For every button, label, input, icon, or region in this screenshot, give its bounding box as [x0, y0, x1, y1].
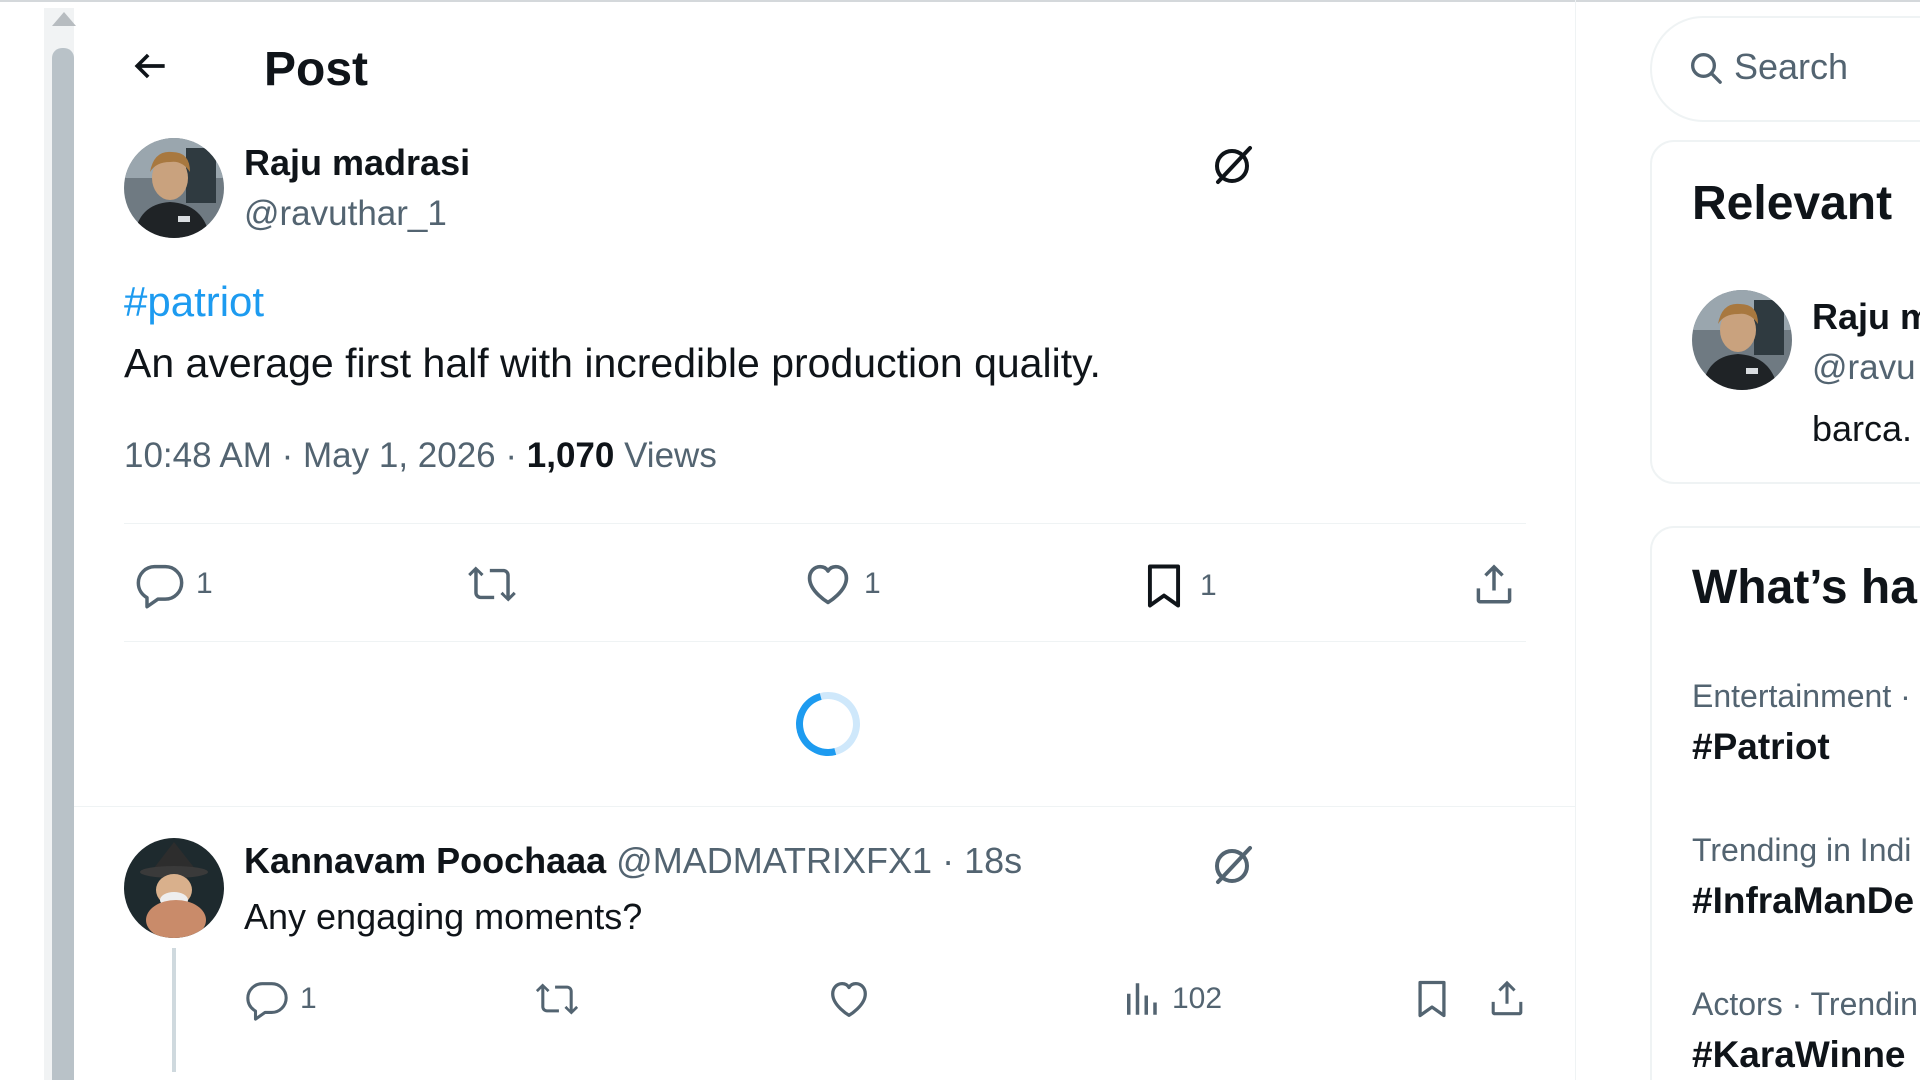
- back-arrow-icon[interactable]: [128, 44, 172, 88]
- relevant-person-handle[interactable]: @ravu: [1812, 348, 1916, 388]
- reply-bookmark-button[interactable]: [1410, 974, 1454, 1024]
- reply-button[interactable]: 1: [134, 558, 213, 610]
- reply-header: Kannavam Poochaaa @MADMATRIXFX1 · 18s: [244, 840, 1022, 882]
- heart-icon: [802, 558, 854, 610]
- right-sidebar: Relevant Raju m @ravu barca. What’s ha E…: [1576, 0, 1920, 1080]
- post-date[interactable]: May 1, 2026: [303, 436, 496, 475]
- post-text: An average first half with incredible pr…: [124, 340, 1101, 386]
- repost-button[interactable]: [464, 558, 530, 610]
- like-count: 1: [864, 567, 881, 600]
- trend-item[interactable]: #KaraWinne: [1692, 1034, 1906, 1076]
- repost-icon: [464, 558, 520, 610]
- search-icon: [1686, 48, 1726, 88]
- reply-share-button[interactable]: [1484, 974, 1530, 1022]
- loading-spinner: [784, 680, 872, 768]
- reply-thread-line: [172, 948, 176, 1072]
- divider: [124, 641, 1526, 642]
- reply-author-name[interactable]: Kannavam Poochaaa: [244, 840, 606, 881]
- reply-icon: [134, 558, 186, 610]
- reply-author-avatar[interactable]: [124, 838, 224, 938]
- author-avatar[interactable]: [124, 138, 224, 238]
- views-count: 1,070: [526, 436, 615, 475]
- meta-separator: ·: [281, 436, 294, 475]
- scroll-up-arrow-icon[interactable]: [52, 12, 76, 26]
- analytics-icon: [1120, 976, 1162, 1022]
- divider: [74, 806, 1576, 807]
- reply-grok-icon[interactable]: [1210, 840, 1258, 888]
- page-title: Post: [264, 43, 369, 96]
- trend-category: Actors · Trendin: [1692, 986, 1918, 1022]
- search-input[interactable]: [1734, 46, 1914, 88]
- scrollbar-thumb[interactable]: [52, 48, 74, 1080]
- trend-item[interactable]: #Patriot: [1692, 726, 1830, 768]
- reply-like-button[interactable]: [826, 976, 882, 1022]
- trend-category: Trending in Indi: [1692, 832, 1912, 868]
- like-button[interactable]: 1: [802, 558, 881, 610]
- trends-title: What’s ha: [1692, 561, 1917, 614]
- post-time[interactable]: 10:48 AM: [124, 436, 272, 475]
- post-hashtag-link[interactable]: #patriot: [124, 278, 264, 326]
- repost-icon: [532, 976, 582, 1022]
- bookmark-icon: [1410, 974, 1454, 1024]
- relevant-person-name[interactable]: Raju m: [1812, 296, 1920, 338]
- reply-icon: [244, 976, 290, 1022]
- share-button[interactable]: [1468, 558, 1520, 610]
- reply-author-handle[interactable]: @MADMATRIXFX1: [616, 840, 932, 881]
- reply-reply-count: 1: [300, 982, 317, 1015]
- share-icon: [1484, 974, 1530, 1022]
- relevant-person-bio: barca.: [1812, 408, 1913, 449]
- relevant-person-avatar[interactable]: [1692, 290, 1792, 390]
- trend-category: Entertainment ·: [1692, 678, 1911, 714]
- bookmark-icon: [1138, 558, 1190, 614]
- meta-separator: ·: [505, 436, 518, 475]
- heart-icon: [826, 976, 872, 1022]
- reply-views-button[interactable]: 102: [1120, 976, 1222, 1022]
- bookmark-count: 1: [1200, 569, 1217, 602]
- author-handle[interactable]: @ravuthar_1: [244, 194, 447, 234]
- views-label: Views: [624, 436, 717, 475]
- reply-text: Any engaging moments?: [244, 896, 643, 937]
- grok-icon[interactable]: [1210, 140, 1258, 188]
- bookmark-button[interactable]: 1: [1138, 558, 1217, 614]
- share-icon: [1468, 558, 1520, 610]
- reply-time[interactable]: 18s: [964, 840, 1022, 881]
- divider: [124, 523, 1526, 524]
- trend-item[interactable]: #InfraManDe: [1692, 880, 1914, 922]
- reply-reply-button[interactable]: 1: [244, 976, 317, 1022]
- main-column: Post Raju madrasi @ravuthar_1 #patriot A…: [74, 0, 1576, 1080]
- reply-views-count: 102: [1172, 982, 1223, 1015]
- relevant-title: Relevant: [1692, 177, 1893, 230]
- post-meta: 10:48 AM · May 1, 2026 · 1,070 Views: [124, 436, 717, 476]
- author-name[interactable]: Raju madrasi: [244, 142, 470, 184]
- reply-repost-button[interactable]: [532, 976, 592, 1022]
- reply-count: 1: [196, 567, 213, 600]
- reply-separator: ·: [942, 840, 955, 881]
